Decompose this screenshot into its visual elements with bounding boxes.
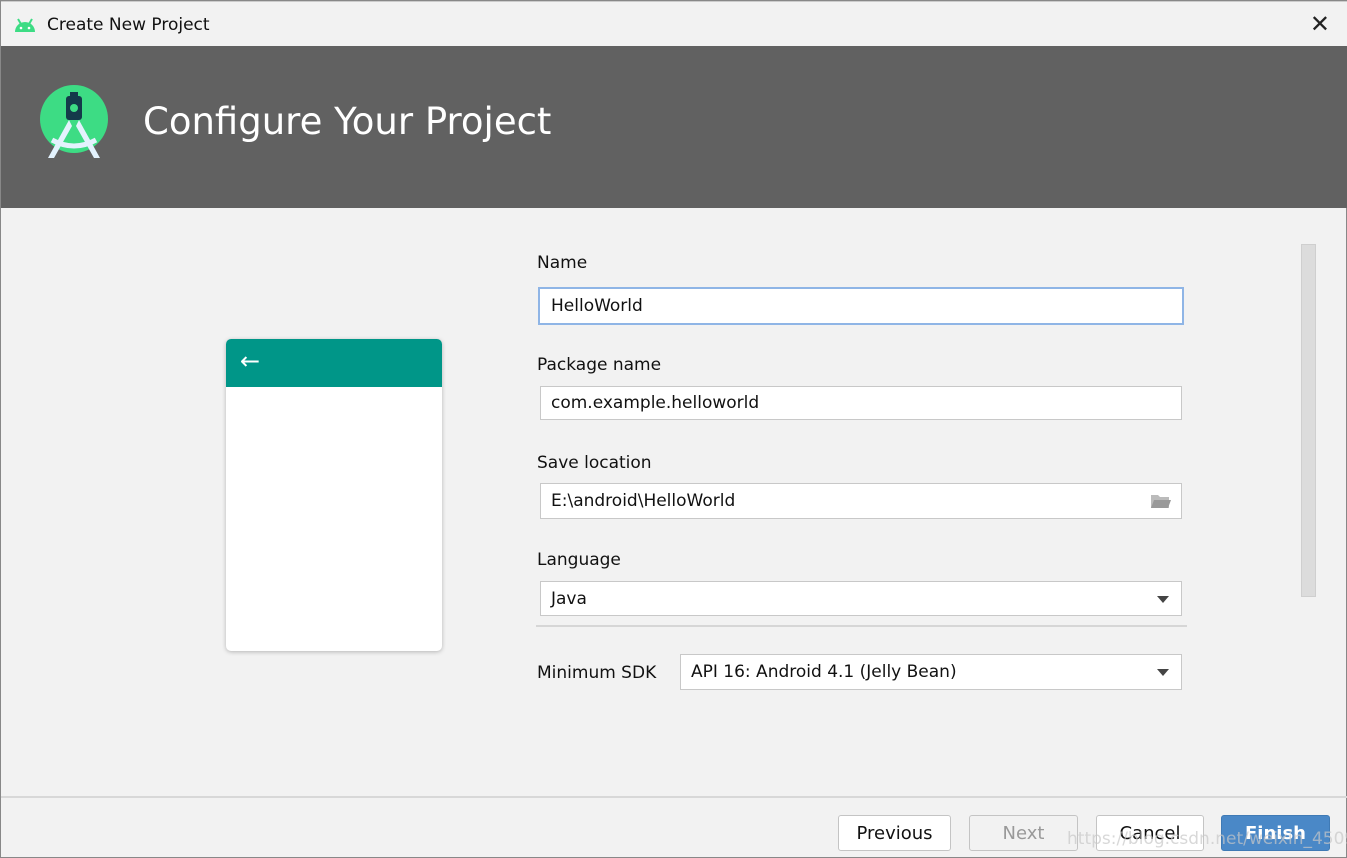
- header-banner: Configure Your Project: [1, 46, 1347, 208]
- arrow-left-icon: ←: [240, 347, 261, 375]
- minimum-sdk-label: Minimum SDK: [537, 663, 657, 683]
- finish-button[interactable]: Finish: [1221, 815, 1330, 851]
- next-button[interactable]: Next: [969, 815, 1078, 851]
- package-name-input[interactable]: [540, 386, 1182, 420]
- save-location-field: [540, 483, 1182, 519]
- chevron-down-icon: [1157, 669, 1169, 676]
- chevron-down-icon: [1157, 596, 1169, 603]
- preview-toolbar: ←: [226, 339, 442, 387]
- name-label: Name: [537, 253, 588, 273]
- window-title: Create New Project: [47, 15, 210, 35]
- divider: [536, 625, 1187, 627]
- page-title: Configure Your Project: [143, 100, 552, 143]
- save-location-input[interactable]: [540, 483, 1182, 519]
- cancel-button[interactable]: Cancel: [1096, 815, 1204, 851]
- android-studio-logo: [40, 85, 108, 158]
- footer-divider: [1, 796, 1347, 798]
- android-icon: [15, 18, 35, 32]
- name-input[interactable]: [538, 287, 1184, 325]
- activity-preview: ←: [226, 339, 442, 651]
- language-label: Language: [537, 550, 621, 570]
- title-bar: Create New Project ✕: [1, 1, 1347, 46]
- language-select[interactable]: Java: [540, 581, 1182, 616]
- package-label: Package name: [537, 355, 662, 375]
- previous-button[interactable]: Previous: [838, 815, 951, 851]
- minimum-sdk-value: API 16: Android 4.1 (Jelly Bean): [691, 662, 957, 682]
- save-location-label: Save location: [537, 453, 652, 473]
- close-icon[interactable]: ✕: [1310, 10, 1330, 38]
- folder-icon[interactable]: [1150, 493, 1172, 509]
- language-value: Java: [551, 589, 587, 609]
- minimum-sdk-select[interactable]: API 16: Android 4.1 (Jelly Bean): [680, 654, 1182, 690]
- scrollbar[interactable]: [1301, 244, 1316, 597]
